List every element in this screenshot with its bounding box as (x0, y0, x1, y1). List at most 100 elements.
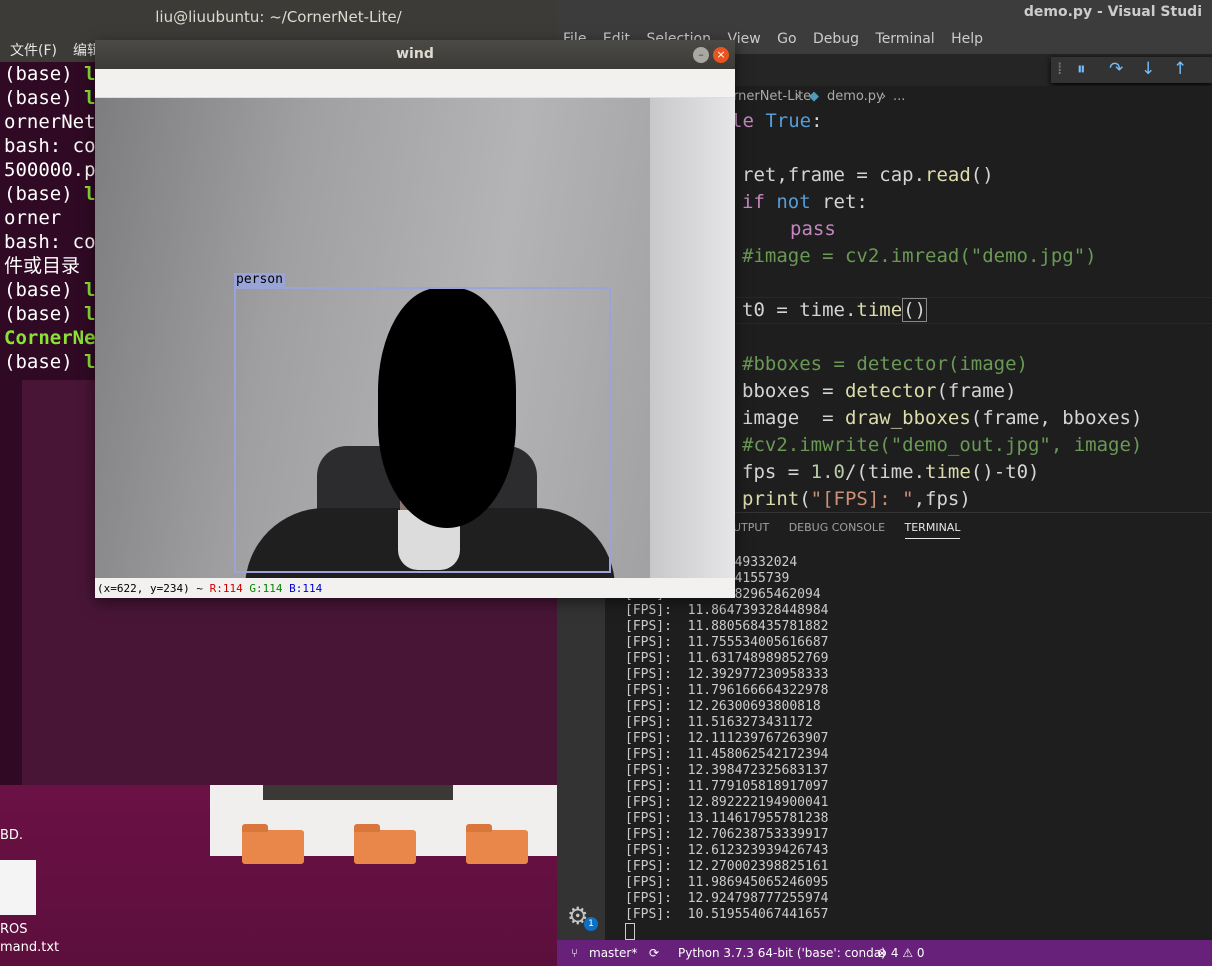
detection-label: person (234, 272, 285, 287)
fps-output-line: [FPS]: 11.5163273431172 (625, 715, 813, 730)
chevron-right-icon: › (795, 89, 801, 104)
fps-output-line: [FPS]: 12.398472325683137 (625, 763, 829, 778)
fps-output-line: [FPS]: 11.796166664322978 (625, 683, 829, 698)
background-wall (650, 98, 735, 578)
code-line: image = draw_bboxes(frame, bboxes) (742, 407, 1143, 429)
fps-output-line: [FPS]: 12.612323939426743 (625, 843, 829, 858)
python-file-icon: ◆ (809, 89, 819, 104)
tab-debug-console[interactable]: DEBUG CONSOLE (789, 521, 885, 538)
desktop-icon-label[interactable]: BD. (0, 828, 23, 843)
code-line: le True: (731, 110, 823, 132)
fps-output-line: [FPS]: 11.880568435781882 (625, 619, 829, 634)
menu-file[interactable]: 文件(F) (0, 34, 63, 60)
menu-debug[interactable]: Debug (807, 28, 865, 50)
fps-output-line: [FPS]: 12.26300693800818 (625, 699, 821, 714)
prompt-prefix: (base) (4, 183, 85, 205)
detection-bounding-box (234, 287, 611, 573)
integrated-terminal-output[interactable]: 007049332024 12084155739[FPS]: 11.350829… (625, 555, 829, 940)
image-window-title: wind (95, 40, 735, 69)
line-text: ornerNet (4, 111, 96, 133)
code-line: if not ret: (742, 191, 868, 213)
code-comment: #bboxes = detector(image) (742, 353, 1028, 375)
code-line: bboxes = detector(frame) (742, 380, 1017, 402)
fps-output-line: [FPS]: 11.986945065246095 (625, 875, 829, 890)
fps-output-line: [FPS]: 11.755534005616687 (625, 635, 829, 650)
code-comment: #cv2.imwrite("demo_out.jpg", image) (742, 434, 1143, 456)
code-line: print("[FPS]: ",fps) (742, 488, 971, 510)
folder-icon[interactable] (466, 824, 528, 864)
fps-output-line: [FPS]: 13.114617955781238 (625, 811, 829, 826)
line-text: l (84, 183, 96, 205)
line-text: l (84, 351, 96, 373)
folder-icon[interactable] (242, 824, 304, 864)
step-out-icon[interactable]: ↑ (1173, 59, 1187, 79)
fps-output-line: [FPS]: 12.111239767263907 (625, 731, 829, 746)
status-bar: ⑂ master* ⟳ Python 3.7.3 64-bit ('base':… (557, 940, 1212, 966)
tab-output[interactable]: UTPUT (733, 521, 769, 538)
prompt-prefix: (base) (4, 279, 85, 301)
panel-tabs: UTPUT DEBUG CONSOLE TERMINAL (733, 521, 976, 539)
line-text: CornerNet (4, 327, 107, 349)
close-icon[interactable]: × (713, 47, 729, 63)
code-line: ret,frame = cap.read() (742, 164, 994, 186)
chevron-right-icon: › (881, 89, 887, 104)
image-toolbar (95, 69, 735, 98)
line-text: l (84, 63, 96, 85)
pixel-r: R:114 (209, 582, 243, 595)
step-over-icon[interactable]: ↷ (1109, 59, 1123, 79)
line-text: l (84, 279, 96, 301)
folder-icon[interactable] (354, 824, 416, 864)
line-text: l (84, 87, 96, 109)
line-text: l (84, 303, 96, 325)
fps-output-line: [FPS]: 12.924798777255974 (625, 891, 829, 906)
breadcrumb-more[interactable]: ... (893, 86, 905, 108)
line-text: 500000.p (4, 159, 96, 181)
fps-output-line: [FPS]: 12.706238753339917 (625, 827, 829, 842)
line-text: bash: co (4, 231, 96, 253)
fps-output-line: [FPS]: 10.519554067441657 (625, 907, 829, 922)
terminal-cursor (625, 923, 829, 940)
fps-output-line: [FPS]: 11.458062542172394 (625, 747, 829, 762)
desktop-icon-label[interactable]: ROS (0, 922, 28, 937)
git-branch-icon: ⑂ (571, 946, 579, 960)
step-into-icon[interactable]: ↓ (1141, 59, 1155, 79)
drag-handle-icon[interactable]: ⁞ (1057, 59, 1062, 79)
fps-output-line: [FPS]: 11.631748989852769 (625, 651, 829, 666)
prompt-prefix: (base) (4, 303, 85, 325)
sync-icon[interactable]: ⟳ (649, 942, 659, 964)
camera-frame[interactable]: person (95, 98, 735, 578)
line-text: orner (4, 207, 62, 229)
vscode-title: demo.py - Visual Studi (557, 0, 1212, 28)
pixel-coords: (x=622, y=234) ~ (97, 582, 210, 595)
fps-output-line: [FPS]: 12.392977230958333 (625, 667, 829, 682)
prompt-prefix: (base) (4, 87, 85, 109)
code-line: t0 = time.time() (742, 298, 928, 322)
image-window[interactable]: wind – × person (x=622, y=234) ~ R:114 G… (95, 40, 735, 598)
fps-output-line: [FPS]: 12.892222194900041 (625, 795, 829, 810)
debug-toolbar: ⁞ ⏸ ↷ ↓ ↑ (1051, 57, 1212, 83)
git-branch[interactable]: master* (589, 942, 637, 964)
line-text: 件或目录 (4, 255, 81, 277)
python-interpreter[interactable]: Python 3.7.3 64-bit ('base': conda) (678, 942, 886, 964)
code-line: pass (790, 218, 836, 240)
menu-terminal[interactable]: Terminal (870, 28, 941, 50)
settings-badge: 1 (584, 917, 598, 931)
prompt-prefix: (base) (4, 63, 85, 85)
fps-output-line: [FPS]: 12.270002398825161 (625, 859, 829, 874)
menu-help[interactable]: Help (945, 28, 989, 50)
code-line: fps = 1.0/(time.time()-t0) (742, 461, 1040, 483)
prompt-prefix: (base) (4, 351, 85, 373)
pixel-status-bar: (x=622, y=234) ~ R:114 G:114 B:114 (95, 580, 737, 598)
breadcrumb-file[interactable]: demo.py (827, 86, 884, 108)
menu-go[interactable]: Go (771, 28, 802, 50)
problems-count[interactable]: ⊗ 4 ⚠ 0 (877, 942, 925, 964)
text-file-icon[interactable] (0, 860, 36, 915)
pause-icon[interactable]: ⏸ (1077, 59, 1086, 79)
pixel-b: B:114 (289, 582, 323, 595)
terminal-title: liu@liuubuntu: ~/CornerNet-Lite/ (0, 0, 557, 34)
pixel-g: G:114 (249, 582, 283, 595)
desktop-icon-label[interactable]: mand.txt (0, 940, 59, 955)
tab-terminal[interactable]: TERMINAL (904, 521, 961, 539)
minimize-icon[interactable]: – (693, 47, 709, 63)
fps-output-line: [FPS]: 11.779105818917097 (625, 779, 829, 794)
